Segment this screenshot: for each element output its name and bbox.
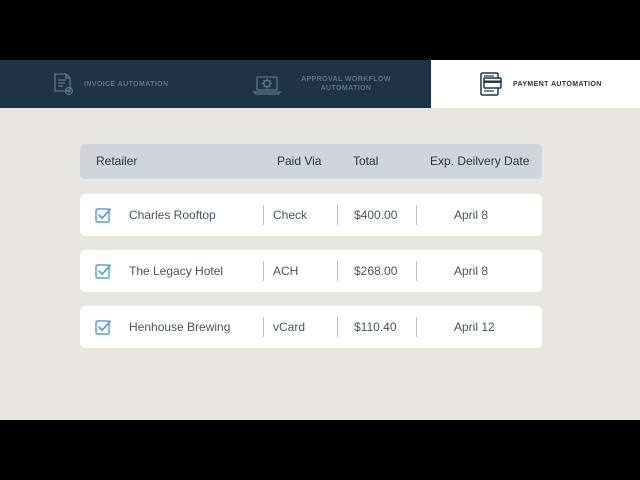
retailer-cell: Charles Rooftop [129, 208, 216, 222]
tab-approval-workflow-automation[interactable]: APPROVAL WORKFLOW AUTOMATION [252, 60, 430, 108]
delivery-date-cell: April 8 [454, 264, 489, 278]
table-row[interactable]: Charles Rooftop Check $400.00 April 8 [80, 194, 542, 236]
feature-tab-bar: INVOICE AUTOMATION APPROVAL WORKFLOW AUT… [0, 60, 640, 108]
table-row[interactable]: The Legacy Hotel ACH $268.00 April 8 [80, 250, 542, 292]
retailer-cell: The Legacy Hotel [129, 264, 224, 278]
approval-gear-laptop-icon [252, 76, 282, 95]
column-header-total: Total [353, 154, 379, 168]
column-divider [337, 261, 338, 281]
column-divider [416, 261, 417, 281]
column-header-delivery-date: Exp. Deilvery Date [430, 154, 530, 168]
tab-approval-workflow-automation-label: APPROVAL WORKFLOW AUTOMATION [301, 76, 391, 92]
column-divider [263, 317, 264, 337]
column-divider [337, 317, 338, 337]
tab-payment-automation[interactable]: PAYMENT AUTOMATION [431, 60, 640, 108]
tab-invoice-automation-label: INVOICE AUTOMATION [84, 80, 169, 88]
tab-payment-automation-label: PAYMENT AUTOMATION [513, 80, 602, 88]
payment-automation-panel: INVOICE AUTOMATION APPROVAL WORKFLOW AUT… [0, 60, 640, 420]
total-cell: $400.00 [354, 208, 398, 222]
paid-via-cell: Check [273, 208, 308, 222]
table-row[interactable]: Henhouse Brewing vCard $110.40 April 12 [80, 306, 542, 348]
total-cell: $268.00 [354, 264, 398, 278]
column-divider [416, 317, 417, 337]
tab-invoice-automation[interactable]: INVOICE AUTOMATION [48, 60, 248, 108]
delivery-date-cell: April 12 [454, 320, 495, 334]
checkbox-checked-icon[interactable] [95, 319, 112, 336]
retailer-cell: Henhouse Brewing [129, 320, 231, 334]
column-divider [337, 205, 338, 225]
column-header-paid-via: Paid Via [277, 154, 322, 168]
column-header-retailer: Retailer [96, 154, 138, 168]
checkbox-checked-icon[interactable] [95, 263, 112, 280]
table-header: Retailer Paid Via Total Exp. Deilvery Da… [80, 144, 542, 179]
total-cell: $110.40 [354, 320, 397, 334]
checkbox-checked-icon[interactable] [95, 207, 112, 224]
paid-via-cell: ACH [273, 264, 299, 278]
payment-card-icon [480, 72, 502, 96]
column-divider [416, 205, 417, 225]
column-divider [263, 261, 264, 281]
invoice-document-icon [54, 73, 74, 96]
column-divider [263, 205, 264, 225]
delivery-date-cell: April 8 [454, 208, 489, 222]
paid-via-cell: vCard [273, 320, 306, 334]
